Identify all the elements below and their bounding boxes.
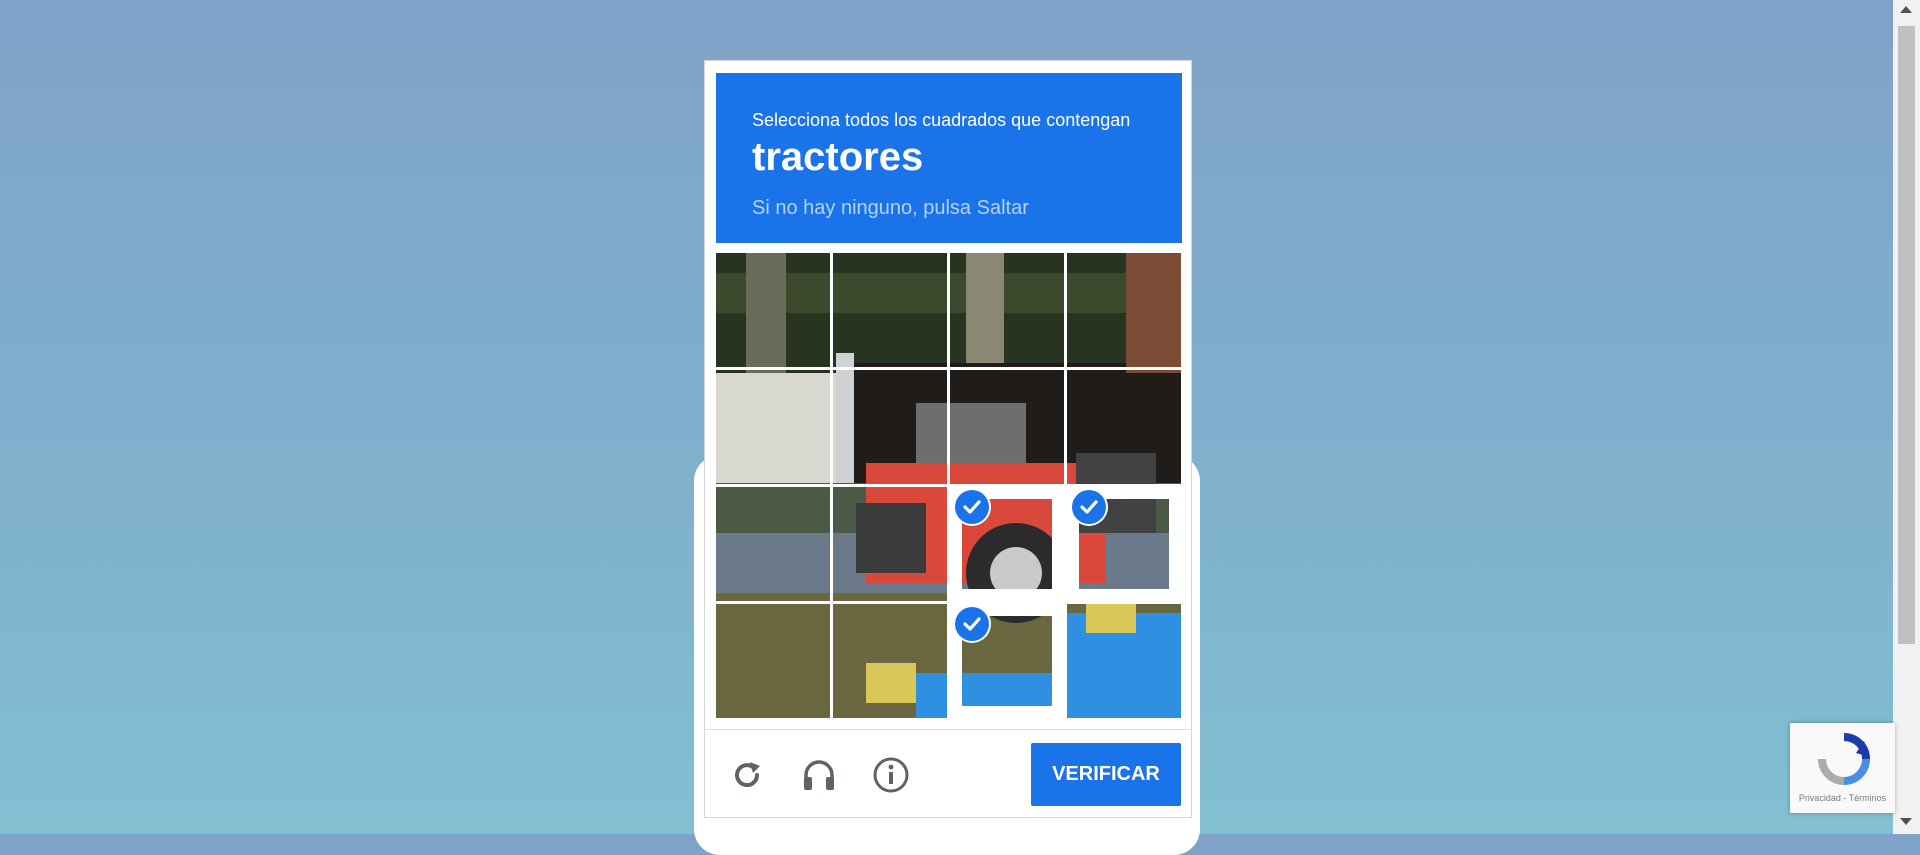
tile-image [1067, 253, 1181, 367]
target-object: tractores [752, 135, 924, 179]
page-scrollbar[interactable] [1893, 0, 1920, 834]
grid-tile[interactable] [950, 370, 1064, 484]
tile-image [833, 604, 947, 718]
scroll-up-arrow-icon[interactable] [1900, 6, 1912, 13]
info-button[interactable] [869, 755, 913, 799]
grid-tile[interactable] [833, 253, 947, 367]
tile-image [716, 487, 830, 601]
grid-tile[interactable] [950, 487, 1064, 601]
scroll-down-arrow-icon[interactable] [1900, 818, 1912, 825]
selected-check-icon [1072, 490, 1106, 524]
verify-button[interactable]: VERIFICAR [1031, 743, 1181, 806]
info-icon [872, 756, 910, 799]
headphones-icon [800, 756, 838, 799]
image-grid [716, 253, 1182, 719]
grid-tile[interactable] [716, 253, 830, 367]
audio-challenge-button[interactable] [797, 755, 841, 799]
tile-image [716, 604, 830, 718]
reload-icon [729, 757, 765, 798]
recaptcha-badge[interactable]: Privacidad - Términos [1790, 723, 1895, 813]
tile-image [1067, 604, 1181, 718]
tile-image [716, 253, 830, 367]
grid-tile[interactable] [950, 604, 1064, 718]
challenge-header: Selecciona todos los cuadrados que conte… [716, 73, 1182, 243]
grid-tile[interactable] [1067, 487, 1181, 601]
tile-image [1067, 370, 1181, 484]
recaptcha-logo-icon [1816, 731, 1872, 792]
grid-tile[interactable] [1067, 253, 1181, 367]
grid-tile[interactable] [716, 370, 830, 484]
grid-tile[interactable] [716, 487, 830, 601]
grid-tile[interactable] [1067, 604, 1181, 718]
tile-image [950, 253, 1064, 367]
tile-image [833, 253, 947, 367]
grid-tile[interactable] [716, 604, 830, 718]
grid-tile[interactable] [950, 253, 1064, 367]
captcha-challenge: Selecciona todos los cuadrados que conte… [704, 60, 1192, 818]
tile-image [833, 487, 947, 601]
selected-check-icon [955, 607, 989, 641]
grid-tile[interactable] [833, 487, 947, 601]
grid-tile[interactable] [1067, 370, 1181, 484]
grid-tile[interactable] [833, 604, 947, 718]
tile-image [950, 370, 1064, 484]
grid-tile[interactable] [833, 370, 947, 484]
skip-hint: Si no hay ninguno, pulsa Saltar [752, 197, 1029, 219]
instruction-text: Selecciona todos los cuadrados que conte… [752, 110, 1131, 130]
reload-button[interactable] [725, 755, 769, 799]
recaptcha-badge-links[interactable]: Privacidad - Términos [1790, 793, 1895, 803]
tile-image [716, 370, 830, 484]
tile-image [833, 370, 947, 484]
selected-check-icon [955, 490, 989, 524]
scroll-thumb[interactable] [1898, 26, 1915, 644]
challenge-footer: VERIFICAR [705, 729, 1191, 818]
